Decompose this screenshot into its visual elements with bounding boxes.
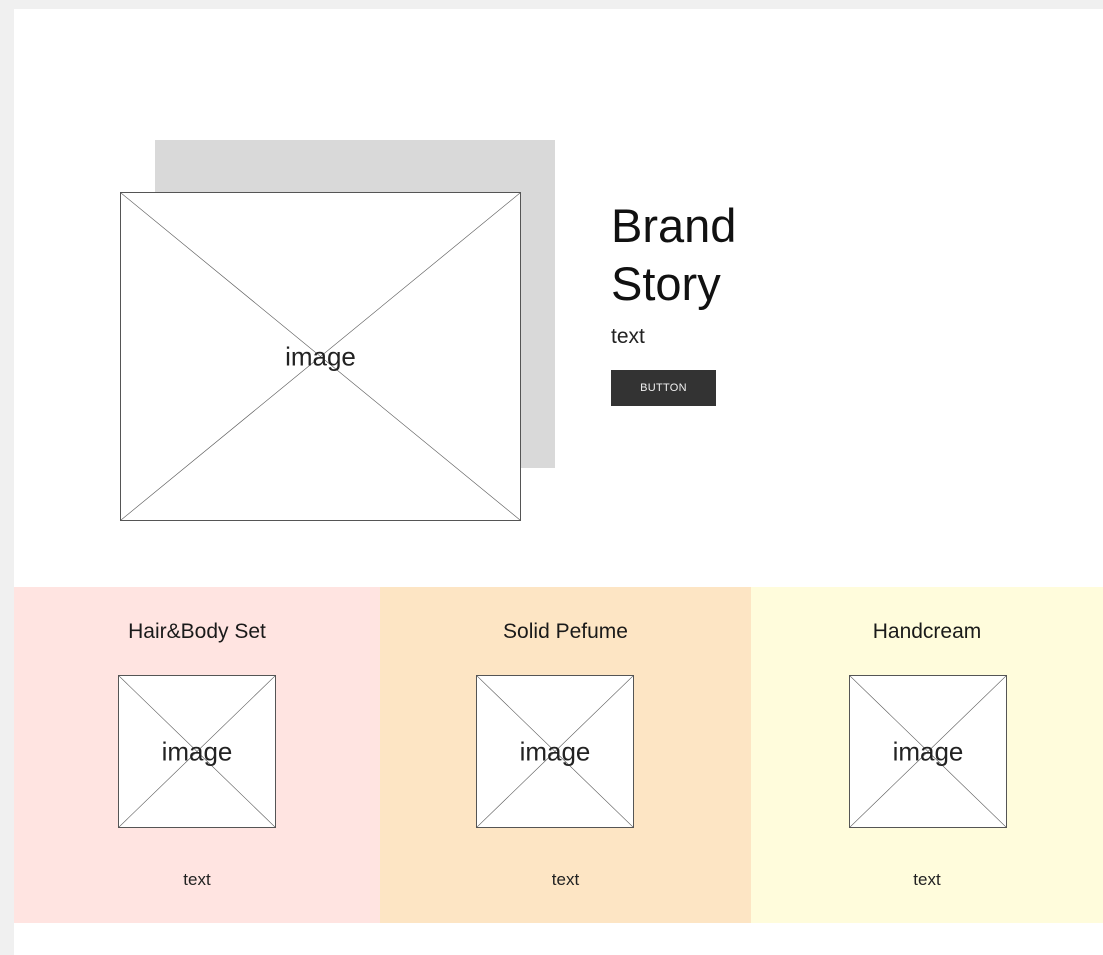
product-image-placeholder: image (118, 675, 276, 828)
product-image-label: image (892, 736, 964, 766)
product-image-label: image (161, 736, 233, 766)
product-text: text (913, 870, 941, 889)
product-row: Hair&Body Set image text Solid Pefume im… (14, 587, 1103, 923)
wireframe-canvas: image Brand Story text BUTTON Hair&Body … (14, 9, 1103, 955)
product-image-placeholder: image (476, 675, 634, 828)
product-image-placeholder: image (849, 675, 1007, 828)
brand-story-button[interactable]: BUTTON (611, 370, 716, 406)
product-title: Solid Pefume (503, 620, 628, 643)
brand-story-text: text (611, 325, 645, 348)
product-text: text (551, 870, 580, 889)
product-card-solid-pefume[interactable]: Solid Pefume image text (380, 587, 751, 923)
product-image-label: image (519, 736, 591, 766)
product-text: text (183, 870, 211, 889)
product-title: Hair&Body Set (128, 620, 266, 643)
brand-story-title: Brand Story (611, 199, 737, 310)
product-card-hair-body-set[interactable]: Hair&Body Set image text (14, 587, 380, 923)
hero-image-placeholder: image (120, 192, 521, 521)
product-title: Handcream (872, 620, 982, 643)
product-card-handcream[interactable]: Handcream image text (751, 587, 1103, 923)
brand-story-section: Brand Story text BUTTON (611, 197, 811, 406)
hero-image-label: image (285, 341, 356, 371)
